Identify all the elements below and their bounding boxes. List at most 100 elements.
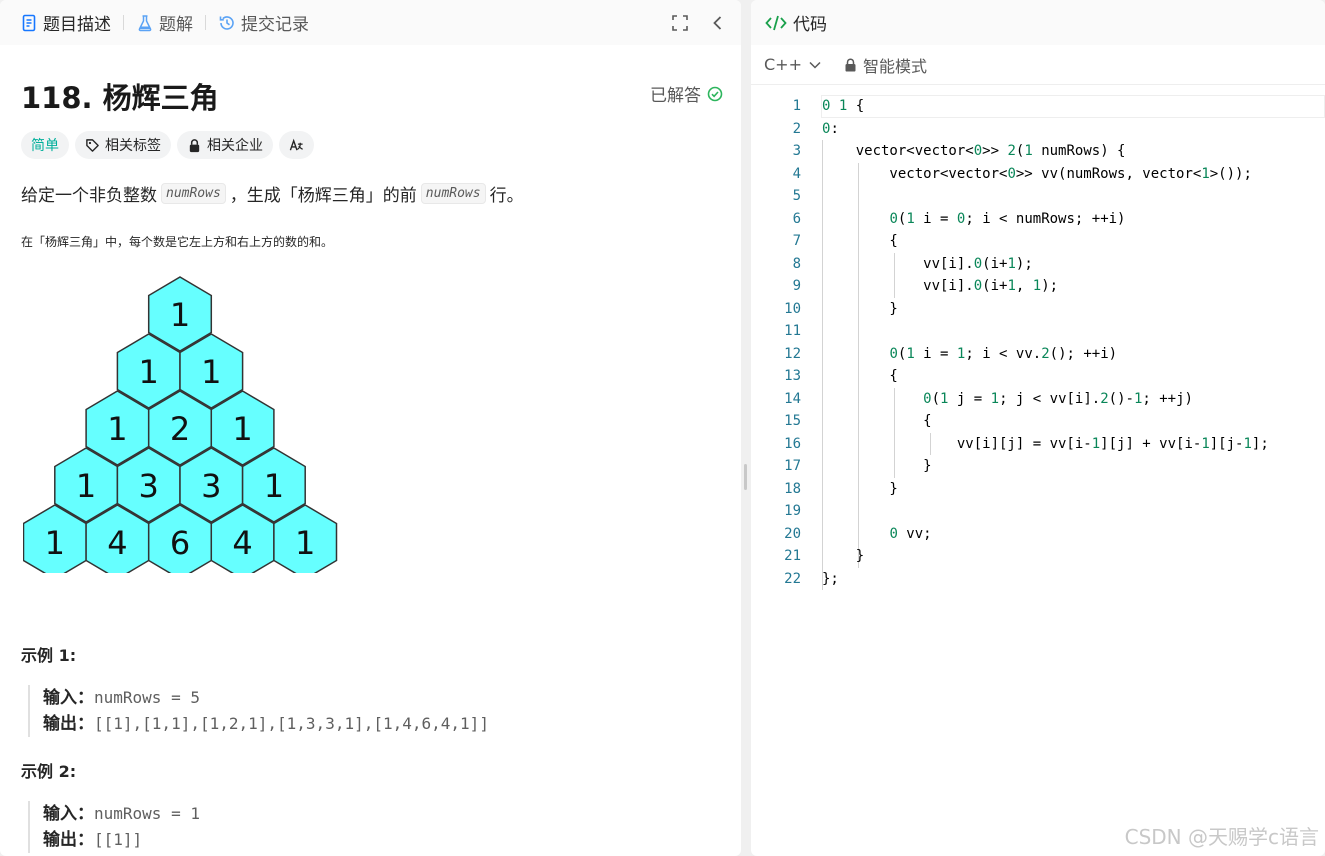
example-input-value: numRows = 1 — [94, 804, 200, 823]
tab-submissions[interactable]: 提交记录 — [212, 0, 315, 45]
line-number: 12 — [751, 343, 801, 366]
code-line[interactable]: 19 — [751, 500, 1325, 523]
code-text[interactable]: { — [822, 410, 932, 433]
line-number: 8 — [751, 253, 801, 276]
fullscreen-icon[interactable] — [671, 14, 689, 32]
code-text[interactable]: 0: — [822, 118, 839, 141]
code-text[interactable]: vv[i].0(i+1, 1); — [822, 275, 1058, 298]
related-companies-button[interactable]: 相关企业 — [177, 131, 273, 159]
triangle-cell-value: 1 — [201, 353, 221, 391]
tab-description[interactable]: 题目描述 — [14, 0, 117, 45]
translate-icon — [289, 138, 304, 153]
code-line[interactable]: 15 { — [751, 410, 1325, 433]
triangle-cell-value: 3 — [139, 467, 159, 505]
code-text[interactable]: 0 1 { — [822, 95, 864, 118]
code-text[interactable]: 0(1 j = 1; j < vv[i].2()-1; ++j) — [822, 388, 1193, 411]
problem-panel: 题目描述 题解 提交记录 118. 杨辉三角 已解答 简单 相关标签 相关企业 … — [0, 0, 741, 856]
difficulty-label: 简单 — [31, 135, 59, 155]
triangle-cell-value: 1 — [295, 524, 315, 562]
chevron-down-icon — [808, 58, 822, 72]
code-line[interactable]: 7 { — [751, 230, 1325, 253]
related-tags-button[interactable]: 相关标签 — [75, 131, 171, 159]
triangle-cell-value: 1 — [45, 524, 65, 562]
code-line[interactable]: 13 { — [751, 365, 1325, 388]
line-number: 17 — [751, 455, 801, 478]
line-number: 19 — [751, 500, 801, 523]
line-number: 21 — [751, 545, 801, 568]
panel-actions — [671, 0, 727, 45]
line-number: 15 — [751, 410, 801, 433]
language-select[interactable]: C++ — [764, 55, 822, 74]
line-number: 6 — [751, 208, 801, 231]
triangle-cell-value: 1 — [170, 296, 190, 334]
line-number: 3 — [751, 140, 801, 163]
code-line[interactable]: 1 0 1 { — [751, 95, 1325, 118]
solved-label: 已解答 — [650, 81, 701, 106]
line-number: 7 — [751, 230, 801, 253]
code-line[interactable]: 18 } — [751, 478, 1325, 501]
line-number: 16 — [751, 433, 801, 456]
code-line[interactable]: 5 — [751, 185, 1325, 208]
code-line[interactable]: 11 — [751, 320, 1325, 343]
example-2-block: 输入：numRows = 1 输出：[[1]] — [28, 801, 200, 853]
desc-before: 给定一个非负整数 — [21, 181, 157, 206]
pascal-triangle-image: 11 11 2 11 3 3 11 4 6 4 1 — [23, 273, 343, 573]
tab-solutions-label: 题解 — [159, 10, 193, 35]
example-output-value: [[1],[1,1],[1,2,1],[1,3,3,1],[1,4,6,4,1]… — [94, 714, 489, 733]
code-line[interactable]: 3 vector<vector<0>> 2(1 numRows) { — [751, 140, 1325, 163]
inline-code-numrows: numRows — [161, 183, 226, 204]
tab-description-label: 题目描述 — [43, 10, 111, 35]
code-line[interactable]: 17 } — [751, 455, 1325, 478]
code-text[interactable]: } — [822, 455, 932, 478]
code-text[interactable]: vv[i].0(i+1); — [822, 253, 1033, 276]
editor-toolbar: C++ 智能模式 — [751, 45, 1325, 85]
code-line[interactable]: 2 0: — [751, 118, 1325, 141]
inline-code-numrows: numRows — [421, 183, 486, 204]
code-text[interactable]: } — [822, 298, 898, 321]
line-number: 18 — [751, 478, 801, 501]
code-line[interactable]: 8 vv[i].0(i+1); — [751, 253, 1325, 276]
difficulty-tag[interactable]: 简单 — [21, 131, 69, 159]
line-number: 9 — [751, 275, 801, 298]
problem-tags: 简单 相关标签 相关企业 — [21, 131, 314, 159]
triangle-cell-value: 4 — [107, 524, 127, 562]
panel-resize-handle[interactable] — [744, 464, 747, 490]
desc-after: 行。 — [490, 181, 524, 206]
code-text[interactable]: 0 vv; — [822, 523, 932, 546]
code-text[interactable]: { — [822, 365, 898, 388]
line-number: 2 — [751, 118, 801, 141]
line-number: 22 — [751, 568, 801, 591]
collapse-chevron-icon[interactable] — [709, 14, 727, 32]
code-line[interactable]: 14 0(1 j = 1; j < vv[i].2()-1; ++j) — [751, 388, 1325, 411]
code-line[interactable]: 20 0 vv; — [751, 523, 1325, 546]
code-line[interactable]: 9 vv[i].0(i+1, 1); — [751, 275, 1325, 298]
code-line[interactable]: 4 vector<vector<0>> vv(numRows, vector<… — [751, 163, 1325, 186]
code-text[interactable]: 0(1 i = 1; i < vv.2(); ++i) — [822, 343, 1117, 366]
code-tab-label[interactable]: 代码 — [793, 10, 827, 35]
code-text[interactable]: vv[i][j] = vv[i-1][j] + vv[i-1][j-1]; — [822, 433, 1269, 456]
code-text[interactable]: }; — [822, 568, 839, 591]
translate-button[interactable] — [279, 131, 314, 159]
problem-content: 118. 杨辉三角 已解答 简单 相关标签 相关企业 给定一个非负整数 numR… — [21, 45, 723, 856]
code-line[interactable]: 16 vv[i][j] = vv[i-1][j] + vv[i-1][j-1]; — [751, 433, 1325, 456]
lock-icon — [187, 138, 202, 153]
code-text[interactable]: vector<vector<0>> vv(numRows, vector<1… — [822, 163, 1252, 186]
code-text[interactable]: } — [822, 545, 864, 568]
code-line[interactable]: 10 } — [751, 298, 1325, 321]
line-number: 20 — [751, 523, 801, 546]
tab-solutions[interactable]: 题解 — [130, 0, 199, 45]
smart-mode-toggle[interactable]: 智能模式 — [844, 53, 927, 77]
related-companies-label: 相关企业 — [207, 135, 263, 155]
code-line[interactable]: 6 0(1 i = 0; i < numRows; ++i) — [751, 208, 1325, 231]
example-output-label: 输出： — [43, 830, 94, 850]
code-text[interactable]: 0(1 i = 0; i < numRows; ++i) — [822, 208, 1126, 231]
example-1-title: 示例 1: — [21, 642, 76, 666]
code-line[interactable]: 12 0(1 i = 1; i < vv.2(); ++i) — [751, 343, 1325, 366]
code-editor[interactable]: 1 0 1 {2 0: 3 vector<vector<0>> 2(1 n… — [751, 95, 1325, 856]
code-text[interactable]: vector<vector<0>> 2(1 numRows) { — [822, 140, 1125, 163]
code-text[interactable]: { — [822, 230, 898, 253]
code-text[interactable]: } — [822, 478, 898, 501]
code-line[interactable]: 22}; — [751, 568, 1325, 591]
problem-title[interactable]: 118. 杨辉三角 — [21, 75, 219, 117]
code-line[interactable]: 21 } — [751, 545, 1325, 568]
